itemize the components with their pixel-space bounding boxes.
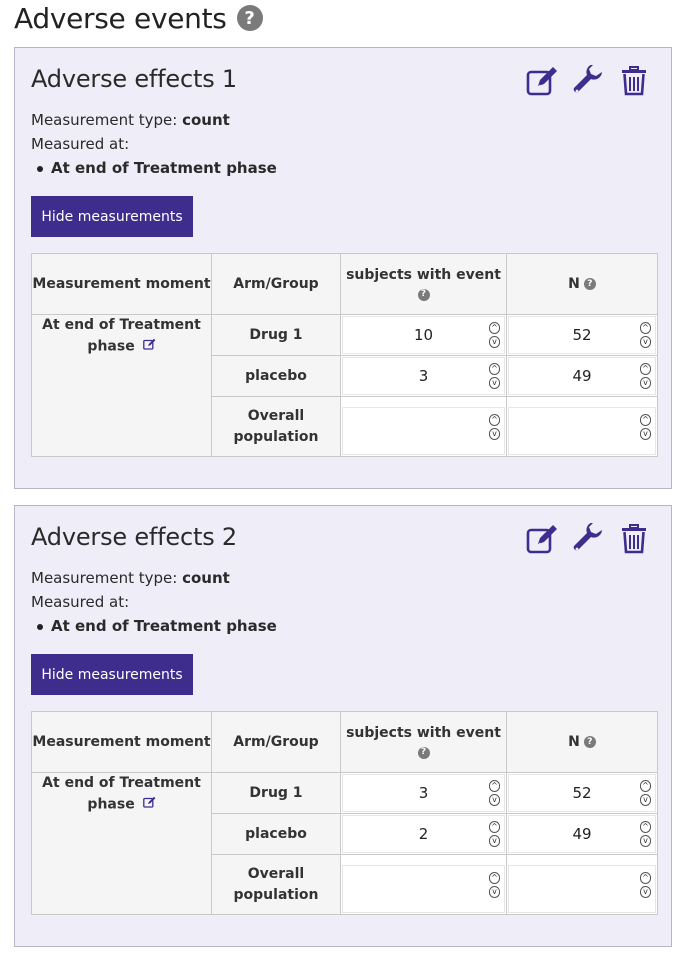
header-measurement-moment: Measurement moment [31,711,212,773]
subjects-input[interactable]: 2 [342,815,505,853]
measured-at-item: At end of Treatment phase [37,614,277,638]
arm-cell: Drug 1 [211,772,341,814]
subjects-input[interactable]: 10 [342,316,505,354]
card-toolbar [525,64,651,98]
wrench-icon[interactable] [571,522,605,556]
n-input-cell[interactable]: 49 ^ v [506,355,658,397]
subjects-input-cell[interactable]: ^ v [340,854,507,915]
question-circle-icon[interactable]: ? [583,736,596,748]
arm-cell: placebo [211,813,341,855]
measurement-card: Adverse effects 1 Measurement type: coun… [14,47,672,489]
table-row: At end of Treatment phase Drug 1 10 ^ v 52 ^… [31,314,658,457]
n-input[interactable]: 52 [508,316,656,354]
spinner[interactable]: ^ v [489,871,500,898]
subjects-input-cell[interactable]: ^ v [340,396,507,457]
subjects-input[interactable]: 3 [342,357,505,395]
question-circle-icon[interactable]: ? [583,278,596,290]
spinner[interactable]: ^ v [640,780,651,806]
measurements-table: Measurement moment Arm/Group subjects wi… [31,711,658,915]
edit-icon[interactable] [525,64,559,98]
card-meta: Measurement type: count Measured at: At … [31,108,277,180]
card-toolbar [525,522,651,556]
spinner[interactable]: ^ v [489,413,500,440]
header-arm-group: Arm/Group [211,253,341,315]
spinner[interactable]: ^ v [640,821,651,847]
n-input[interactable]: 49 [508,815,656,853]
card-title: Adverse effects 1 [31,65,238,93]
moment-cell: At end of Treatment phase [31,772,212,915]
measured-at-label: Measured at: [31,135,130,153]
card-meta: Measurement type: count Measured at: At … [31,566,277,638]
spinner[interactable]: ^ v [489,322,500,348]
table-row: At end of Treatment phase Drug 1 3 ^ v 52 ^ v [31,772,658,915]
n-input-cell[interactable]: 52 ^ v [506,772,658,814]
edit-icon[interactable] [525,522,559,556]
edit-icon[interactable] [142,794,156,815]
subjects-input-cell[interactable]: 3 ^ v [340,355,507,397]
arm-cell: Drug 1 [211,314,341,356]
measurement-type-value: count [182,111,230,129]
n-input[interactable] [508,865,656,913]
measured-at-list: At end of Treatment phase [31,614,277,638]
header-measurement-moment: Measurement moment [31,253,212,315]
measured-at-list: At end of Treatment phase [31,156,277,180]
measurements-table: Measurement moment Arm/Group subjects wi… [31,253,658,457]
measured-at-label: Measured at: [31,593,130,611]
arm-cell: Overall population [211,396,341,457]
question-circle-icon[interactable]: ? [236,5,263,31]
spinner[interactable]: ^ v [640,413,651,440]
subjects-input-cell[interactable]: 3 ^ v [340,772,507,814]
wrench-icon[interactable] [571,64,605,98]
hide-measurements-button[interactable]: Hide measurements [31,654,193,695]
spinner[interactable]: ^ v [640,363,651,389]
spinner[interactable]: ^ v [640,871,651,898]
header-subjects-with-event: subjects with event? [340,711,507,773]
measurement-type-value: count [182,569,230,587]
page-header: Adverse events ? [14,0,263,36]
subjects-input-cell[interactable]: 10 ^ v [340,314,507,356]
n-input-cell[interactable]: ^ v [506,396,658,457]
page-title: Adverse events [14,1,227,35]
trash-icon[interactable] [617,64,651,98]
spinner[interactable]: ^ v [489,363,500,389]
subjects-input[interactable] [342,865,505,913]
header-arm-group: Arm/Group [211,711,341,773]
spinner[interactable]: ^ v [640,322,651,348]
measurement-type-label: Measurement type: [31,569,178,587]
header-subjects-with-event: subjects with event? [340,253,507,315]
header-n: N? [506,711,658,773]
card-title: Adverse effects 2 [31,523,238,551]
n-input[interactable]: 52 [508,774,656,812]
arm-cell: placebo [211,355,341,397]
trash-icon[interactable] [617,522,651,556]
question-circle-icon[interactable]: ? [417,289,430,301]
spinner[interactable]: ^ v [489,780,500,806]
spinner[interactable]: ^ v [489,821,500,847]
moment-cell: At end of Treatment phase [31,314,212,457]
hide-measurements-button[interactable]: Hide measurements [31,196,193,237]
measured-at-item: At end of Treatment phase [37,156,277,180]
n-input-cell[interactable]: 52 ^ v [506,314,658,356]
header-n: N? [506,253,658,315]
n-input[interactable]: 49 [508,357,656,395]
measurement-type-label: Measurement type: [31,111,178,129]
edit-icon[interactable] [142,336,156,357]
subjects-input-cell[interactable]: 2 ^ v [340,813,507,855]
subjects-input[interactable]: 3 [342,774,505,812]
n-input[interactable] [508,407,656,455]
n-input-cell[interactable]: 49 ^ v [506,813,658,855]
subjects-input[interactable] [342,407,505,455]
n-input-cell[interactable]: ^ v [506,854,658,915]
measurement-card: Adverse effects 2 Measurement type: coun… [14,505,672,947]
arm-cell: Overall population [211,854,341,915]
question-circle-icon[interactable]: ? [417,747,430,759]
